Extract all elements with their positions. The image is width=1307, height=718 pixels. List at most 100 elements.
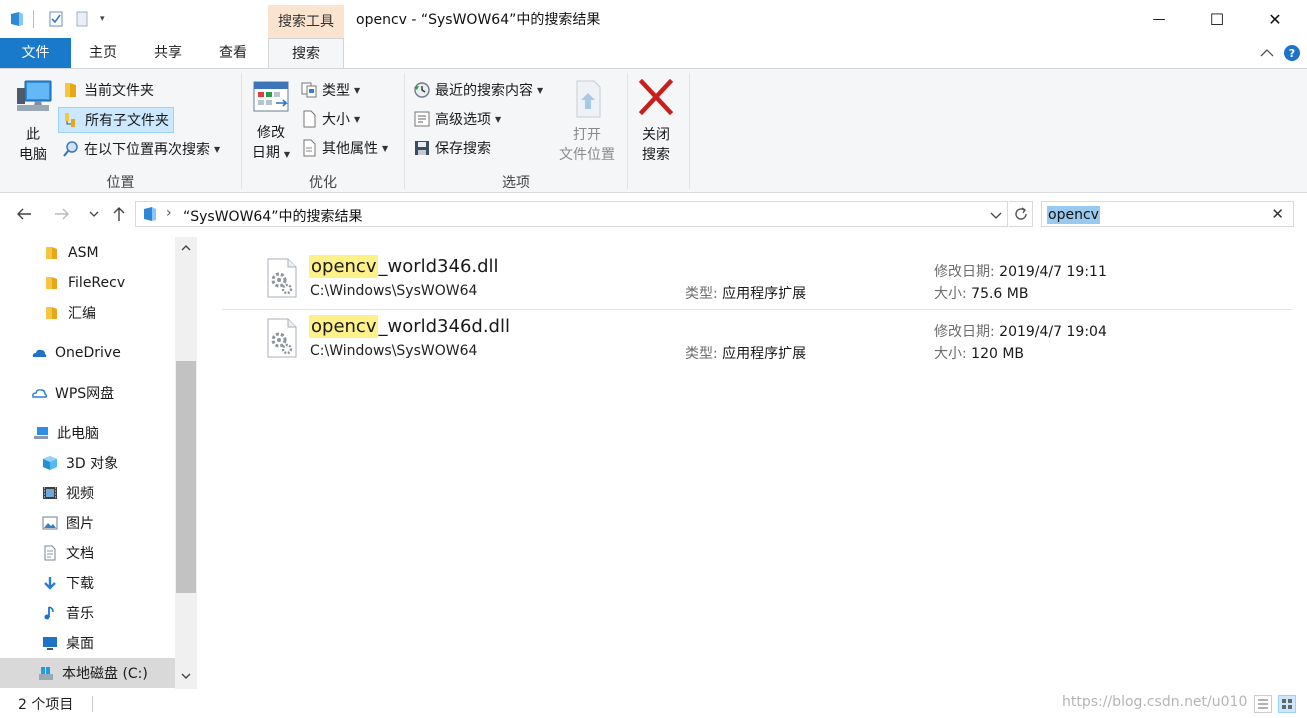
search-tools-context-tab: 搜索工具 (268, 5, 344, 38)
save-search-button[interactable]: 保存搜索 (413, 136, 491, 160)
chevron-down-icon: ▼ (537, 85, 544, 95)
size-button[interactable]: 大小 ▼ (300, 107, 360, 131)
nav-item[interactable]: WPS网盘 (0, 378, 175, 408)
open-location-label-1: 打开 (573, 127, 601, 143)
all-subfolders-button[interactable]: 所有子文件夹 (58, 107, 174, 133)
clear-search-icon[interactable]: ✕ (1271, 205, 1284, 223)
date-modified-label-2: 日期 (251, 145, 280, 161)
close-search-label-2: 搜索 (642, 147, 670, 163)
tab-file[interactable]: 文件 (0, 38, 71, 68)
tab-home[interactable]: 主页 (78, 38, 128, 68)
search-results-icon (144, 207, 156, 221)
nav-item[interactable]: 视频 (0, 478, 175, 508)
nav-item[interactable]: 音乐 (0, 598, 175, 628)
nav-item[interactable]: 图片 (0, 508, 175, 538)
search-again-icon (63, 141, 78, 157)
qat-customize-icon[interactable]: ▾ (100, 9, 105, 29)
large-icons-view-button[interactable] (1278, 695, 1296, 713)
kind-button[interactable]: 类型 ▼ (300, 78, 360, 102)
back-button[interactable] (15, 205, 33, 227)
drive-icon (39, 667, 53, 680)
cube-icon (43, 456, 57, 470)
chevron-down-icon[interactable] (989, 208, 1003, 222)
svg-text:?: ? (1289, 47, 1295, 60)
this-pc-label-1: 此 (26, 127, 40, 143)
chevron-down-icon: ▼ (214, 144, 221, 154)
group-divider (627, 73, 628, 189)
up-button[interactable] (110, 205, 128, 227)
tab-view[interactable]: 查看 (208, 38, 258, 68)
scroll-up-icon[interactable] (180, 243, 192, 253)
tab-search[interactable]: 搜索 (268, 38, 344, 69)
result-file-name[interactable]: opencv _world346d.dll (309, 315, 510, 338)
computer-icon (34, 427, 48, 439)
close-search-icon (638, 78, 674, 116)
other-properties-button[interactable]: 其他属性 ▼ (300, 136, 388, 160)
close-search-button[interactable]: 关闭 搜索 (633, 78, 679, 165)
refresh-icon (1014, 207, 1027, 220)
current-folder-button[interactable]: 当前文件夹 (62, 78, 154, 102)
minimize-ribbon-icon[interactable] (1258, 44, 1276, 62)
result-type-label: 类型: (685, 346, 723, 362)
scroll-down-icon[interactable] (180, 671, 192, 681)
chevron-down-icon: ▼ (354, 114, 361, 124)
nav-item[interactable]: 桌面 (0, 628, 175, 658)
tab-share[interactable]: 共享 (143, 38, 193, 68)
forward-button[interactable] (53, 205, 71, 227)
properties-icon[interactable] (49, 9, 63, 29)
minimize-button[interactable]: — (1130, 0, 1188, 38)
advanced-options-icon (414, 111, 430, 127)
nav-item[interactable]: 本地磁盘 (C:) (0, 658, 175, 688)
new-folder-icon[interactable] (75, 9, 89, 29)
nav-item[interactable]: OneDrive (0, 338, 175, 368)
close-icon: ✕ (1268, 9, 1282, 29)
result-item[interactable]: opencv _world346.dll C:\Windows\SysWOW64 类型… (222, 240, 1297, 310)
nav-item-label: 视频 (66, 486, 94, 502)
explorer-app-icon[interactable] (10, 9, 24, 29)
nav-item-label: 此电脑 (57, 426, 99, 442)
computer-icon (17, 80, 52, 111)
result-size: 大小: 120 MB (934, 343, 1024, 363)
breadcrumb-path[interactable]: “SysWOW64”中的搜索结果 (183, 206, 363, 226)
video-icon (43, 487, 57, 499)
maximize-button[interactable]: ☐ (1188, 0, 1246, 38)
advanced-options-button[interactable]: 高级选项 ▼ (413, 107, 501, 131)
this-pc-button[interactable]: 此 电脑 (8, 79, 58, 165)
nav-item-label: FileRecv (68, 275, 126, 291)
nav-item-label: 3D 对象 (66, 456, 119, 472)
recent-searches-icon (414, 82, 430, 98)
address-row: › “SysWOW64”中的搜索结果 opencv ✕ (0, 193, 1307, 237)
title-bar: ▾ 搜索工具 opencv - “SysWOW64”中的搜索结果 — ☐ ✕ (0, 0, 1307, 38)
kind-label: 类型 (322, 83, 350, 99)
open-location-icon (576, 80, 601, 118)
search-again-in-button[interactable]: 在以下位置再次搜索 ▼ (62, 137, 220, 161)
chevron-down-icon: ▼ (283, 150, 291, 159)
recent-searches-button[interactable]: 最近的搜索内容 ▼ (413, 78, 543, 102)
nav-item[interactable]: 文档 (0, 538, 175, 568)
help-icon[interactable]: ? (1283, 44, 1301, 62)
open-file-location-button[interactable]: 打开 文件位置 (553, 79, 621, 165)
recent-locations-button[interactable] (88, 205, 100, 227)
result-file-name[interactable]: opencv _world346.dll (309, 255, 499, 278)
close-window-button[interactable]: ✕ (1246, 0, 1304, 38)
nav-item[interactable]: 此电脑 (0, 418, 175, 448)
result-file-name-rest: _world346.dll (378, 256, 499, 277)
date-modified-button[interactable]: 修改 日期 ▼ (249, 79, 293, 165)
nav-item-label: ASM (68, 245, 99, 261)
nav-item[interactable]: 汇编 (0, 298, 175, 328)
nav-item[interactable]: FileRecv (0, 268, 175, 298)
folder-icon (65, 83, 76, 97)
group-label-location: 位置 (106, 175, 135, 191)
details-view-button[interactable] (1254, 695, 1272, 713)
search-input[interactable]: opencv ✕ (1041, 201, 1294, 227)
nav-scrollbar-thumb[interactable] (176, 361, 196, 593)
folder-icon (46, 277, 57, 289)
result-item[interactable]: opencv _world346d.dll C:\Windows\SysWOW64 类… (222, 300, 1297, 363)
refresh-button[interactable] (1009, 201, 1033, 227)
nav-item[interactable]: ASM (0, 238, 175, 268)
dll-file-icon (267, 318, 297, 358)
nav-item[interactable]: 3D 对象 (0, 448, 175, 478)
nav-item[interactable]: 下载 (0, 568, 175, 598)
cloud-icon (32, 389, 47, 398)
address-bar[interactable]: › “SysWOW64”中的搜索结果 (135, 201, 1008, 227)
